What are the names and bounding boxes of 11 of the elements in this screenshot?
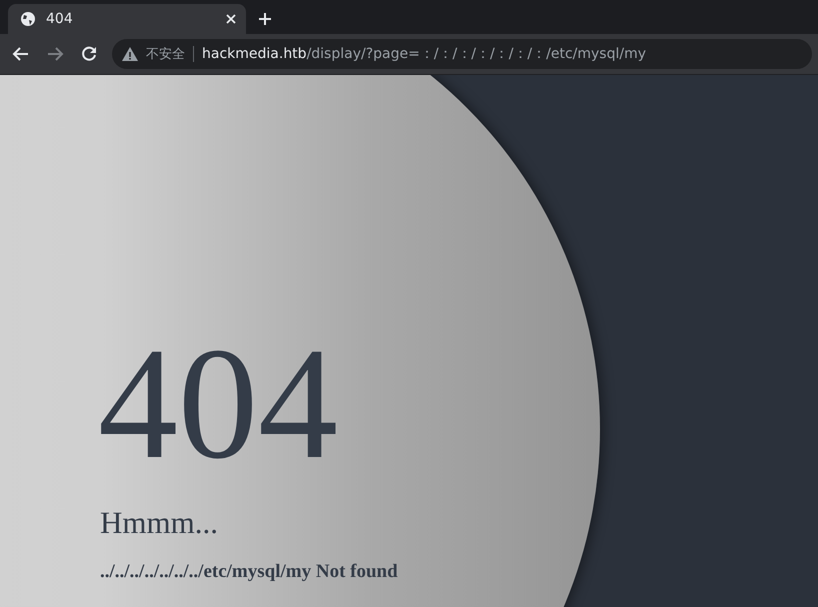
security-label: 不安全 bbox=[146, 46, 185, 63]
globe-icon bbox=[20, 11, 36, 27]
url-text: hackmedia.htb/display/?page=：/：/：/：/：/：/：/etc/mysql/my bbox=[202, 45, 646, 63]
address-bar[interactable]: 不安全 hackmedia.htb/display/?page=：/：/：/：/：/：/：/etc/mysql/my bbox=[112, 39, 812, 69]
browser-tab[interactable]: 404 bbox=[8, 4, 246, 34]
close-icon[interactable] bbox=[226, 14, 236, 24]
error-heading: Hmmm... bbox=[100, 505, 219, 541]
error-message: ../../../../../../../etc/mysql/my Not found bbox=[100, 561, 399, 583]
warning-icon bbox=[122, 47, 138, 61]
tab-title: 404 bbox=[46, 11, 74, 27]
error-code: 404 bbox=[98, 323, 339, 483]
